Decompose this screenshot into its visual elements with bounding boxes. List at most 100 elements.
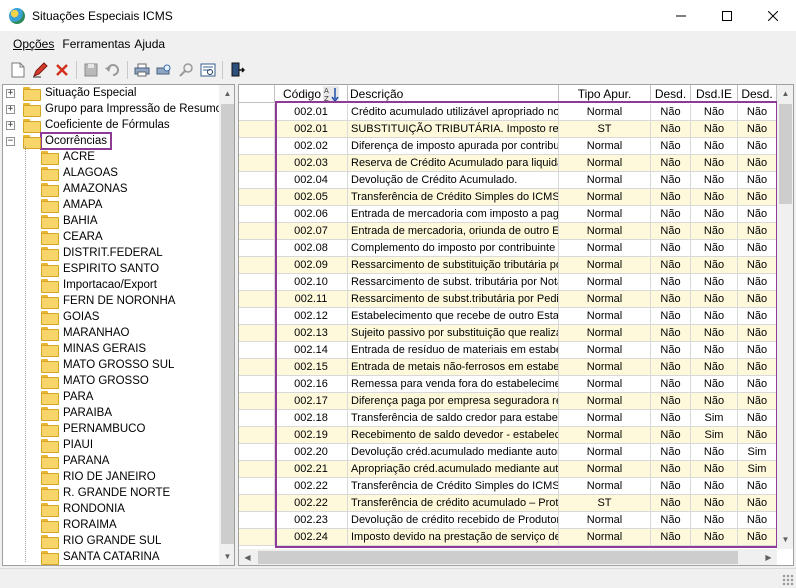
row-indicator[interactable]: [239, 410, 275, 426]
cell-codigo[interactable]: 002.22: [275, 478, 348, 494]
cell-desd[interactable]: Não: [651, 512, 691, 528]
cell-tipo-apur[interactable]: Normal: [559, 291, 651, 307]
row-indicator[interactable]: [239, 359, 275, 375]
row-indicator[interactable]: [239, 461, 275, 477]
tree-scroll-down-icon[interactable]: ▼: [219, 548, 234, 565]
cell-desd[interactable]: Não: [651, 461, 691, 477]
grid-scroll-down-icon[interactable]: ▼: [777, 531, 793, 548]
cell-desd[interactable]: Não: [651, 223, 691, 239]
cell-desd-2[interactable]: Não: [738, 155, 777, 171]
cell-codigo[interactable]: 002.19: [275, 427, 348, 443]
data-grid[interactable]: Código A Z Descrição Tipo Apur. Desd. Ds…: [238, 84, 794, 566]
tree-root-item[interactable]: + Coeficiente de Fórmulas: [6, 117, 172, 133]
cell-tipo-apur[interactable]: Normal: [559, 257, 651, 273]
grid-scroll-right-icon[interactable]: ▶: [760, 549, 777, 565]
row-indicator[interactable]: [239, 257, 275, 273]
cell-codigo[interactable]: 002.04: [275, 172, 348, 188]
table-row[interactable]: 002.02 Diferença de imposto apurada por c…: [239, 138, 777, 155]
cell-descricao[interactable]: Ressarcimento de substituição tributária…: [348, 257, 559, 273]
cell-descricao[interactable]: Entrada de mercadoria com imposto a paga: [348, 206, 559, 222]
row-indicator[interactable]: [239, 155, 275, 171]
table-row[interactable]: 002.08 Complemento do imposto por contrib…: [239, 240, 777, 257]
cell-codigo[interactable]: 002.13: [275, 325, 348, 341]
save-button[interactable]: [80, 59, 102, 81]
cell-tipo-apur[interactable]: Normal: [559, 240, 651, 256]
table-row[interactable]: 002.01 SUBSTITUIÇÃO TRIBUTÁRIA. Imposto r…: [239, 121, 777, 138]
grid-scroll-left-icon[interactable]: ◀: [239, 549, 256, 565]
column-header-codigo[interactable]: Código A Z: [275, 85, 348, 103]
cell-dsd-ie[interactable]: Não: [691, 240, 738, 256]
cell-codigo[interactable]: 002.16: [275, 376, 348, 392]
cell-desd-2[interactable]: Não: [738, 223, 777, 239]
cell-descricao[interactable]: Diferença paga por empresa seguradora re: [348, 393, 559, 409]
row-indicator[interactable]: [239, 427, 275, 443]
menu-ajuda[interactable]: Ajuda: [134, 37, 165, 51]
cell-dsd-ie[interactable]: Não: [691, 308, 738, 324]
tree-child-item[interactable]: R. GRANDE NORTE: [41, 485, 172, 501]
cell-dsd-ie[interactable]: Não: [691, 359, 738, 375]
cell-desd-2[interactable]: Não: [738, 359, 777, 375]
cell-desd-2[interactable]: Não: [738, 274, 777, 290]
cell-tipo-apur[interactable]: Normal: [559, 393, 651, 409]
cell-dsd-ie[interactable]: Não: [691, 495, 738, 511]
tree-child-item[interactable]: PARANA: [41, 453, 111, 469]
tree-child-item[interactable]: RIO DE JANEIRO: [41, 469, 158, 485]
cell-desd[interactable]: Não: [651, 240, 691, 256]
tree-panel[interactable]: + Situação Especial + Grupo para Impressão …: [2, 84, 235, 566]
expand-icon[interactable]: +: [6, 120, 15, 130]
tree-child-item[interactable]: PIAUI: [41, 437, 95, 453]
table-row[interactable]: 002.23 Devolução de crédito recebido de P…: [239, 512, 777, 529]
cell-codigo[interactable]: 002.01: [275, 121, 348, 137]
cell-descricao[interactable]: Complemento do imposto por contribuinte …: [348, 240, 559, 256]
cell-descricao[interactable]: Transferência de saldo credor para estab…: [348, 410, 559, 426]
resize-grip-icon[interactable]: [782, 574, 794, 586]
cell-codigo[interactable]: 002.06: [275, 206, 348, 222]
tree-child-item[interactable]: ACRE: [41, 149, 97, 165]
cell-desd[interactable]: Não: [651, 308, 691, 324]
tree-child-item[interactable]: MINAS GERAIS: [41, 341, 148, 357]
cell-tipo-apur[interactable]: Normal: [559, 427, 651, 443]
table-row[interactable]: 002.01 Crédito acumulado utilizável aprop…: [239, 104, 777, 121]
grid-scroll-thumb[interactable]: [779, 104, 792, 204]
cell-desd-2[interactable]: Não: [738, 240, 777, 256]
cell-dsd-ie[interactable]: Não: [691, 274, 738, 290]
row-indicator[interactable]: [239, 104, 275, 120]
cell-codigo[interactable]: 002.20: [275, 444, 348, 460]
cell-desd[interactable]: Não: [651, 495, 691, 511]
cell-tipo-apur[interactable]: Normal: [559, 172, 651, 188]
table-row[interactable]: 002.21 Apropriação créd.acumulado mediant…: [239, 461, 777, 478]
column-header-descricao[interactable]: Descrição: [348, 85, 559, 103]
cell-desd[interactable]: Não: [651, 257, 691, 273]
cell-descricao[interactable]: Apropriação créd.acumulado mediante auto: [348, 461, 559, 477]
print-preview-button[interactable]: [153, 59, 175, 81]
row-indicator[interactable]: [239, 342, 275, 358]
cell-tipo-apur[interactable]: Normal: [559, 461, 651, 477]
exit-button[interactable]: [226, 59, 248, 81]
cell-desd-2[interactable]: Não: [738, 529, 777, 545]
row-indicator[interactable]: [239, 206, 275, 222]
cell-descricao[interactable]: Sujeito passivo por substituição que rea…: [348, 325, 559, 341]
column-header-desd[interactable]: Desd.: [651, 85, 691, 103]
cell-codigo[interactable]: 002.18: [275, 410, 348, 426]
tree-child-item[interactable]: PARA: [41, 389, 95, 405]
table-row[interactable]: 002.24 Imposto devido na prestação de ser…: [239, 529, 777, 546]
cell-dsd-ie[interactable]: Não: [691, 342, 738, 358]
cell-descricao[interactable]: Devolução de crédito recebido de Produto…: [348, 512, 559, 528]
cell-desd[interactable]: Não: [651, 410, 691, 426]
cell-codigo[interactable]: 002.07: [275, 223, 348, 239]
tree-child-item[interactable]: GOIAS: [41, 309, 101, 325]
cell-dsd-ie[interactable]: Não: [691, 444, 738, 460]
collapse-icon[interactable]: −: [6, 136, 15, 146]
table-row[interactable]: 002.20 Devolução créd.acumulado mediante …: [239, 444, 777, 461]
cell-desd[interactable]: Não: [651, 529, 691, 545]
tree-child-item[interactable]: DISTRIT.FEDERAL: [41, 245, 165, 261]
table-row[interactable]: 002.18 Transferência de saldo credor para…: [239, 410, 777, 427]
cell-desd[interactable]: Não: [651, 104, 691, 120]
table-row[interactable]: 002.07 Entrada de mercadoria, oriunda de …: [239, 223, 777, 240]
grid-scrollbar[interactable]: ▲ ▼: [777, 85, 793, 549]
cell-desd-2[interactable]: Não: [738, 189, 777, 205]
cell-desd-2[interactable]: Não: [738, 325, 777, 341]
cell-descricao[interactable]: Devolução de Crédito Acumulado.: [348, 172, 559, 188]
cell-codigo[interactable]: 002.17: [275, 393, 348, 409]
grid-hscroll-thumb[interactable]: [258, 551, 738, 564]
